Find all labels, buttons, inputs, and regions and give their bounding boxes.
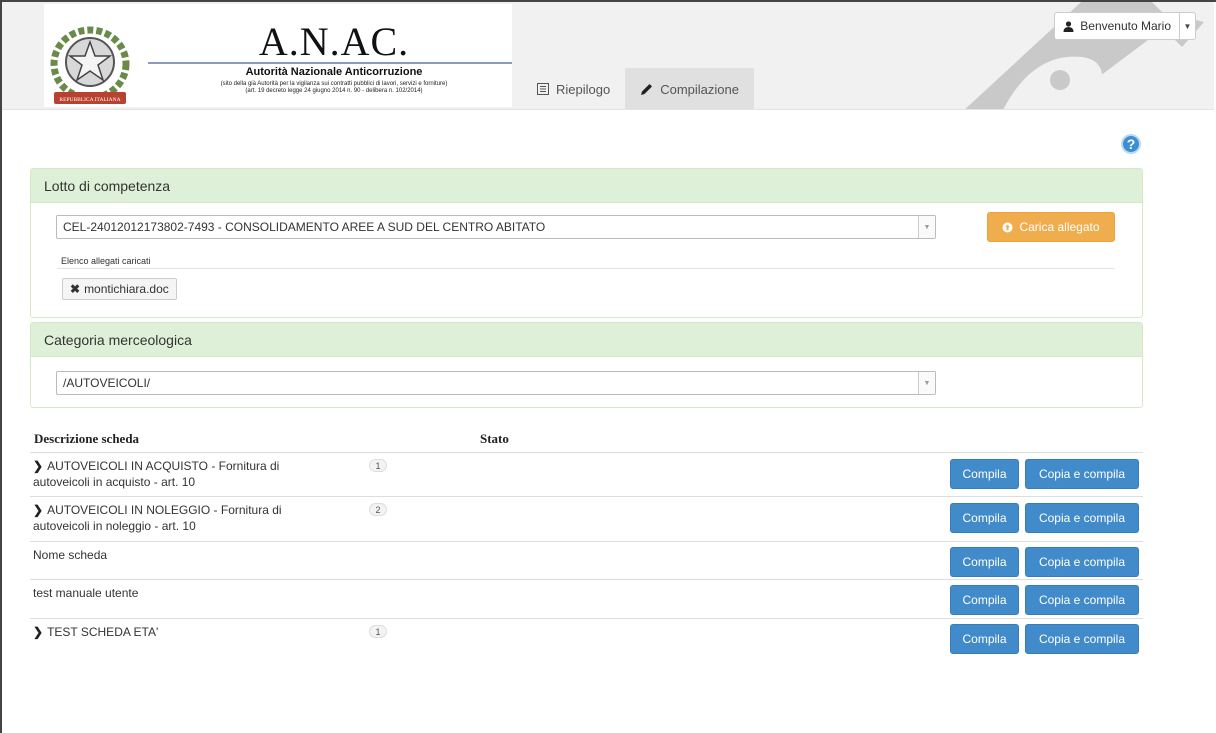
table-row: ❯ AUTOVEICOLI IN ACQUISTO - Fornitura di … — [30, 452, 1143, 496]
row-description[interactable]: ❯ AUTOVEICOLI IN ACQUISTO - Fornitura di … — [33, 458, 333, 490]
brand-area: REPUBBLICA ITALIANA A.N.AC. Autorità Naz… — [44, 4, 512, 107]
user-menu[interactable]: Benvenuto Mario ▼ — [1054, 12, 1196, 40]
compila-button[interactable]: Compila — [950, 624, 1019, 654]
user-dropdown-toggle[interactable]: ▼ — [1179, 13, 1195, 39]
upload-attachment-button[interactable]: Carica allegato — [987, 212, 1115, 242]
caret-down-icon: ▼ — [1183, 21, 1192, 31]
count-badge: 1 — [369, 625, 387, 638]
count-badge: 2 — [369, 503, 387, 516]
compila-button[interactable]: Compila — [950, 547, 1019, 577]
emblem-label: REPUBBLICA ITALIANA — [59, 97, 120, 103]
site-note: (sito della già Autorità per la vigilanz… — [164, 81, 504, 95]
user-button[interactable]: Benvenuto Mario — [1055, 13, 1179, 39]
pencil-icon — [641, 83, 653, 95]
row-title-line-1: AUTOVEICOLI IN NOLEGGIO - Fornitura di — [47, 503, 282, 517]
compila-button[interactable]: Compila — [950, 585, 1019, 615]
compila-button[interactable]: Compila — [950, 459, 1019, 489]
table-row: ❯ AUTOVEICOLI IN NOLEGGIO - Fornitura di … — [30, 496, 1143, 541]
title-divider — [148, 62, 512, 64]
count-badge: 1 — [369, 459, 387, 472]
categoria-select[interactable]: /AUTOVEICOLI/ ▼ — [56, 371, 936, 395]
row-description[interactable]: ❯ TEST SCHEDA ETA' — [33, 624, 333, 640]
lotto-panel-heading: Lotto di competenza — [31, 169, 1142, 203]
copia-e-compila-button[interactable]: Copia e compila — [1025, 459, 1139, 489]
user-icon — [1063, 20, 1074, 32]
row-description: test manuale utente — [33, 586, 139, 600]
site-title: A.N.AC. — [258, 19, 410, 64]
lotto-select-value: CEL-24012012173802-7493 - CONSOLIDAMENTO… — [63, 220, 546, 234]
select-arrow-icon: ▼ — [918, 372, 935, 394]
copia-e-compila-button[interactable]: Copia e compila — [1025, 585, 1139, 615]
table-row: Nome scheda Compila Copia e compila — [30, 541, 1143, 579]
republic-emblem-icon: REPUBBLICA ITALIANA — [50, 26, 130, 104]
remove-x-icon[interactable]: ✖ — [70, 282, 80, 296]
upload-circle-icon — [1002, 222, 1013, 232]
column-header-descrizione: Descrizione scheda — [34, 431, 140, 446]
site-note-line-2: (art. 19 decreto legge 24 giugno 2014 n.… — [245, 88, 423, 94]
compila-button[interactable]: Compila — [950, 503, 1019, 533]
row-description[interactable]: ❯ AUTOVEICOLI IN NOLEGGIO - Fornitura di … — [33, 502, 333, 534]
table-row: ❯ TEST SCHEDA ETA' 1 Compila Copia e comp… — [30, 618, 1143, 658]
help-icon[interactable]: ? — [1121, 134, 1141, 154]
tab-compilazione-label: Compilazione — [660, 81, 739, 97]
lotto-select[interactable]: CEL-24012012173802-7493 - CONSOLIDAMENTO… — [56, 215, 936, 239]
site-subtitle: Autorità Nazionale Anticorruzione — [245, 66, 423, 78]
site-note-line-1: (sito della già Autorità per la vigilanz… — [220, 81, 448, 87]
tab-riepilogo[interactable]: Riepilogo — [522, 68, 625, 109]
attachments-label: Elenco allegati caricati — [61, 256, 151, 266]
user-greeting: Benvenuto Mario — [1080, 19, 1171, 33]
main-nav: Riepilogo Compilazione — [522, 68, 754, 109]
categoria-select-value: /AUTOVEICOLI/ — [63, 376, 151, 390]
chevron-right-icon[interactable]: ❯ — [33, 459, 43, 473]
attachment-filename: montichiara.doc — [84, 282, 169, 296]
chevron-right-icon[interactable]: ❯ — [33, 503, 43, 517]
categoria-panel-heading: Categoria merceologica — [31, 323, 1142, 357]
row-title-line-2: autoveicoli in noleggio - art. 10 — [33, 519, 196, 533]
row-title-line-1: AUTOVEICOLI IN ACQUISTO - Fornitura di — [47, 459, 280, 473]
categoria-panel: Categoria merceologica /AUTOVEICOLI/ ▼ — [30, 322, 1143, 408]
select-arrow-icon: ▼ — [918, 216, 935, 238]
row-title-line-1: TEST SCHEDA ETA' — [47, 625, 159, 639]
table-row: test manuale utente Compila Copia e comp… — [30, 579, 1143, 618]
copia-e-compila-button[interactable]: Copia e compila — [1025, 547, 1139, 577]
row-title-line-2: autoveicoli in acquisto - art. 10 — [33, 475, 196, 489]
attachment-tag[interactable]: ✖ montichiara.doc — [62, 278, 177, 300]
copia-e-compila-button[interactable]: Copia e compila — [1025, 624, 1139, 654]
attachments-divider — [57, 268, 1115, 269]
copia-e-compila-button[interactable]: Copia e compila — [1025, 503, 1139, 533]
upload-attachment-label: Carica allegato — [1019, 220, 1100, 234]
column-header-stato: Stato — [480, 431, 509, 446]
tab-compilazione[interactable]: Compilazione — [625, 68, 754, 109]
site-header: REPUBBLICA ITALIANA A.N.AC. Autorità Naz… — [2, 2, 1214, 110]
row-description: Nome scheda — [33, 548, 108, 562]
list-icon — [537, 83, 549, 95]
chevron-right-icon[interactable]: ❯ — [33, 625, 43, 639]
tab-riepilogo-label: Riepilogo — [556, 81, 611, 97]
lotto-panel: Lotto di competenza CEL-24012012173802-7… — [30, 168, 1143, 318]
